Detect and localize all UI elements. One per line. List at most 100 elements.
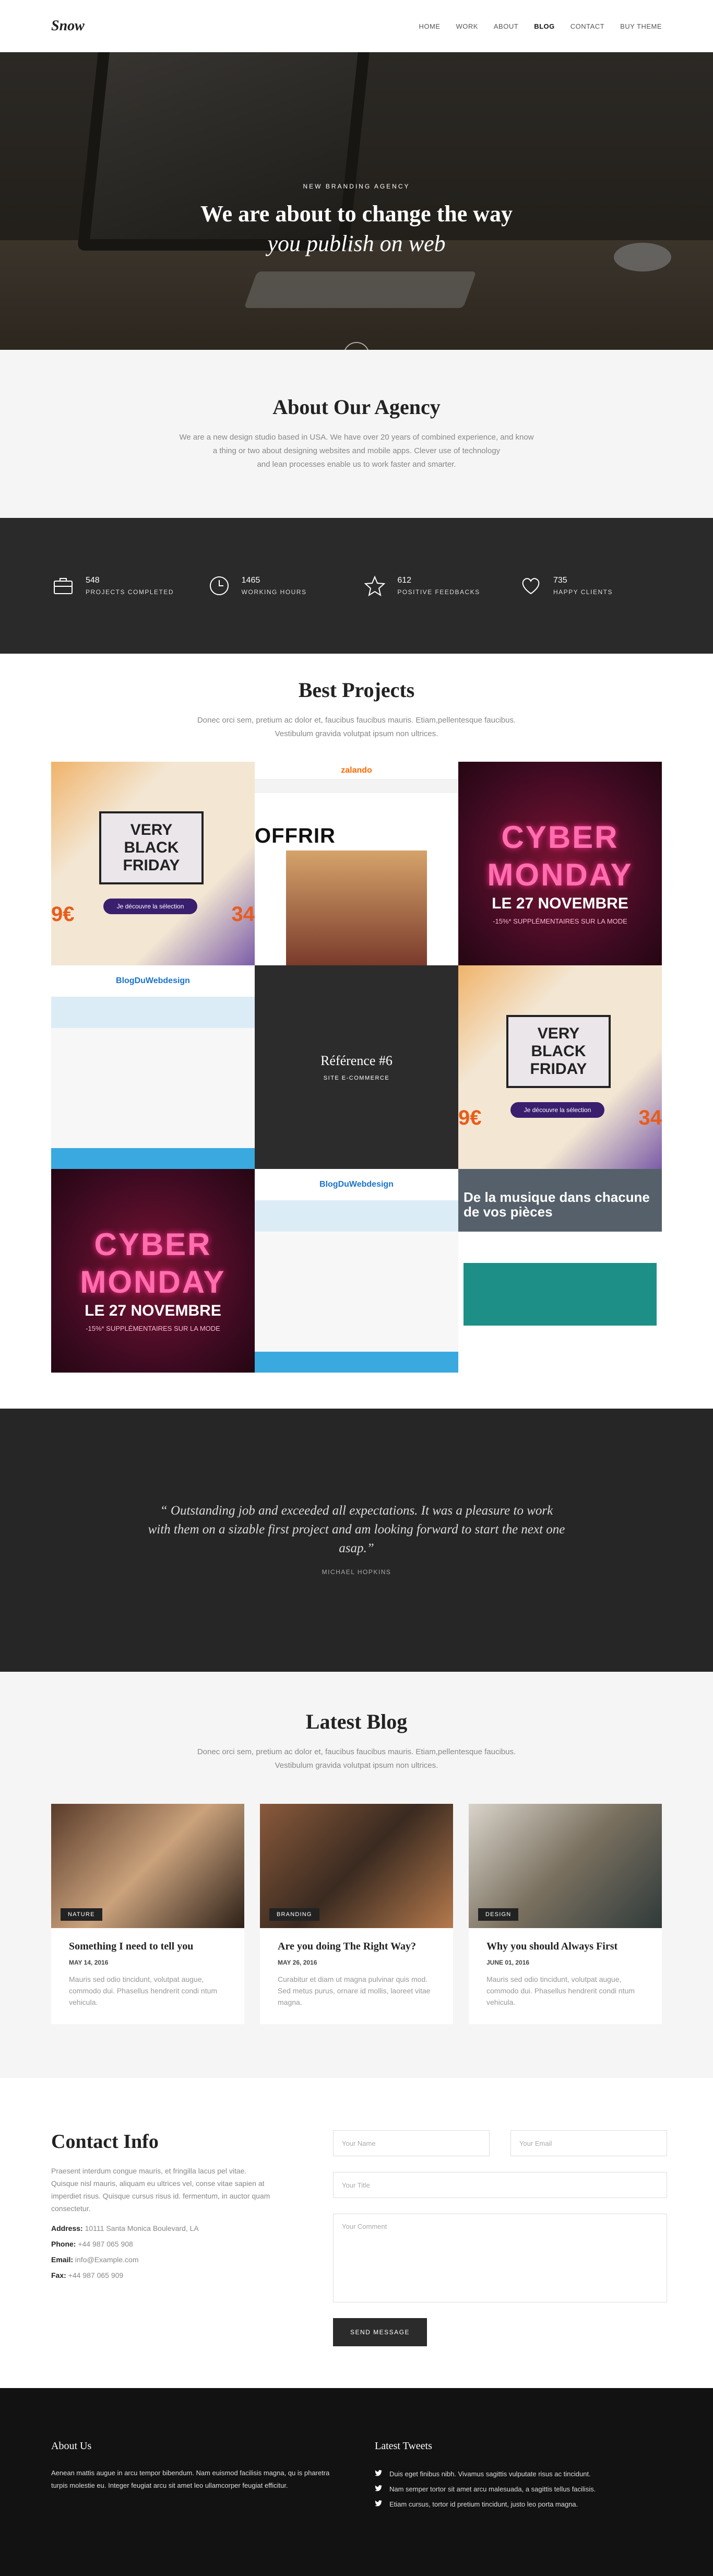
comment-textarea[interactable]: Your Comment	[333, 2214, 667, 2302]
project-tile-black-friday-2[interactable]: VERY BLACK FRIDAY Je découvre la sélection…	[458, 965, 662, 1169]
blog-card-date: MAY 26, 2016	[278, 1959, 317, 1966]
price-right: 34	[231, 903, 255, 926]
contact-form: Your Name Your Email Your Title Your Com…	[333, 2130, 667, 2388]
contact-info: Contact Info Praesent interdum congue ma…	[51, 2130, 276, 2388]
music-products	[464, 1263, 657, 1326]
blog-card-tag[interactable]: NATURE	[61, 1908, 102, 1921]
contact-text: Praesent interdum congue mauris, et frin…	[51, 2167, 270, 2213]
projects-grid: VERY BLACK FRIDAY Je découvre la sélection…	[51, 762, 662, 1373]
name-input[interactable]: Your Name	[333, 2130, 490, 2156]
email-input[interactable]: Your Email	[510, 2130, 667, 2156]
testimonial-author: MICHAEL HOPKINS	[322, 1568, 391, 1576]
nav-buy-theme[interactable]: BUY THEME	[620, 22, 662, 30]
nav-home[interactable]: HOME	[419, 22, 440, 30]
about-text: We are a new design studio based in USA.…	[179, 433, 534, 469]
date-text: LE 27 NOVEMBRE	[492, 895, 628, 912]
blog-card-image[interactable]: DESIGN	[469, 1804, 662, 1928]
hero-kicker: NEW BRANDING AGENCY	[303, 183, 410, 190]
contact-title: Contact Info	[51, 2131, 159, 2153]
hero-content: NEW BRANDING AGENCY We are about to chan…	[0, 183, 713, 257]
footer-about: About Us Aenean mattis augue in arcu tem…	[51, 2440, 343, 2576]
footer-about-text: Aenean mattis augue in arcu tempor biben…	[51, 2469, 330, 2489]
nav-about[interactable]: ABOUT	[494, 22, 518, 30]
twitter-icon	[375, 2485, 382, 2493]
briefcase-icon	[52, 575, 74, 597]
nav-contact[interactable]: CONTACT	[571, 22, 604, 30]
contact-address: Address: 10111 Santa Monica Boulevard, L…	[51, 2224, 199, 2232]
hero-section: NEW BRANDING AGENCY We are about to chan…	[0, 52, 713, 350]
black-friday-box: VERY BLACK FRIDAY	[99, 811, 204, 884]
blog-card-image[interactable]: NATURE	[51, 1804, 244, 1928]
footer-tweets-title: Latest Tweets	[375, 2440, 432, 2452]
blog-card-title[interactable]: Why you should Always First	[486, 1941, 644, 1953]
project-tile-webdesign-2[interactable]: BlogDuWebdesign	[255, 1169, 458, 1373]
contact-fax: Fax: +44 987 065 909	[51, 2271, 124, 2279]
site-footer: About Us Aenean mattis augue in arcu tem…	[0, 2388, 713, 2576]
blog-title: Latest Blog	[305, 1710, 408, 1733]
discover-pill: Je découvre la sélection	[510, 1102, 604, 1118]
stat-clients: 735 HAPPY CLIENTS	[520, 575, 661, 597]
blog-card-excerpt: Curabitur et diam ut magna pulvinar quis…	[278, 1975, 431, 2006]
blog-card[interactable]: DESIGN Why you should Always First JUNE …	[469, 1804, 662, 2024]
zalando-offer-text: OFFRIR	[255, 824, 336, 847]
twitter-icon	[375, 2470, 382, 2478]
blog-card-title[interactable]: Something I need to tell you	[69, 1941, 227, 1953]
title-input[interactable]: Your Title	[333, 2172, 667, 2198]
stat-label: PROJECTS COMPLETED	[86, 588, 174, 596]
stat-label: WORKING HOURS	[241, 588, 307, 596]
stat-hours: 1465 WORKING HOURS	[208, 575, 349, 597]
footer-tweets: Latest Tweets Duis eget finibus nibh. Vi…	[375, 2440, 662, 2576]
project-tile-cyber-monday-2[interactable]: CYBER MONDAY LE 27 NOVEMBRE -15%* SUPPLÉ…	[51, 1169, 255, 1373]
blog-card-tag[interactable]: BRANDING	[269, 1908, 319, 1921]
project-tile-cyber-monday[interactable]: CYBER MONDAY LE 27 NOVEMBRE -15%* SUPPLÉ…	[458, 762, 662, 965]
project-tile-black-friday[interactable]: VERY BLACK FRIDAY Je découvre la sélection…	[51, 762, 255, 965]
stat-label: POSITIVE FEEDBACKS	[397, 588, 480, 596]
hero-subtitle: you publish on web	[267, 231, 446, 256]
logo[interactable]: Snow	[51, 18, 85, 34]
projects-section: Best Projects Donec orci sem, pretium ac…	[0, 654, 713, 1409]
stat-label: HAPPY CLIENTS	[553, 588, 613, 596]
project-hover-overlay: Référence #6 SITE E-COMMERCE	[255, 965, 458, 1169]
hero-title: We are about to change the way	[200, 201, 513, 227]
blog-card-tag[interactable]: DESIGN	[478, 1908, 519, 1921]
project-tile-reference[interactable]: Référence #6 SITE E-COMMERCE	[255, 965, 458, 1169]
discount-text: -15%* SUPPLÉMENTAIRES SUR LA MODE	[493, 917, 627, 925]
blog-cards: NATURE Something I need to tell you MAY …	[51, 1804, 662, 2024]
stat-number: 1465	[241, 576, 260, 585]
blog-card-title[interactable]: Are you doing The Right Way?	[278, 1941, 435, 1953]
tweet-item[interactable]: Nam semper tortor sit amet arcu malesuad…	[375, 2485, 662, 2493]
price-left: 9€	[458, 1106, 482, 1129]
contact-phone: Phone: +44 987 065 908	[51, 2240, 133, 2248]
send-message-button[interactable]: SEND MESSAGE	[333, 2318, 427, 2346]
about-section: About Our Agency We are a new design stu…	[0, 350, 713, 518]
project-tile-zalando[interactable]: zalando OFFRIR	[255, 762, 458, 965]
blog-card-image[interactable]: BRANDING	[260, 1804, 453, 1928]
star-icon	[364, 575, 386, 597]
tweet-item[interactable]: Etiam cursus, tortor id pretium tincidun…	[375, 2500, 662, 2508]
monday-text: MONDAY	[80, 1265, 226, 1299]
tweet-item[interactable]: Duis eget finibus nibh. Vivamus sagittis…	[375, 2470, 662, 2478]
black-friday-box: VERY BLACK FRIDAY	[506, 1015, 611, 1088]
discount-text: -15%* SUPPLÉMENTAIRES SUR LA MODE	[86, 1325, 220, 1332]
about-title: About Our Agency	[272, 395, 441, 419]
testimonial-quote: “ Outstanding job and exceeded all expec…	[148, 1504, 565, 1555]
site-header: Snow HOME WORK ABOUT BLOG CONTACT BUY TH…	[0, 0, 713, 52]
twitter-icon	[375, 2500, 382, 2508]
blog-card-excerpt: Mauris sed odio tincidunt, volutpat augu…	[486, 1975, 635, 2006]
nav-blog[interactable]: BLOG	[534, 22, 555, 30]
zalando-logo: zalando	[255, 762, 458, 779]
discover-pill: Je découvre la sélection	[103, 899, 197, 914]
blog-card[interactable]: NATURE Something I need to tell you MAY …	[51, 1804, 244, 2024]
monday-text: MONDAY	[487, 857, 633, 892]
blog-card-date: MAY 14, 2016	[69, 1959, 109, 1966]
project-tile-music[interactable]: De la musique dans chacune de vos pièces	[458, 1169, 662, 1373]
footer-about-title: About Us	[51, 2440, 92, 2452]
price-right: 34	[638, 1106, 662, 1129]
price-left: 9€	[51, 903, 75, 926]
project-tile-webdesign[interactable]: BlogDuWebdesign	[51, 965, 255, 1169]
contact-email: Email: info@Example.com	[51, 2255, 139, 2264]
blog-section: Latest Blog Donec orci sem, pretium ac d…	[0, 1672, 713, 2078]
nav-work[interactable]: WORK	[456, 22, 478, 30]
blog-card[interactable]: BRANDING Are you doing The Right Way? MA…	[260, 1804, 453, 2024]
testimonial-section: “ Outstanding job and exceeded all expec…	[0, 1409, 713, 1672]
